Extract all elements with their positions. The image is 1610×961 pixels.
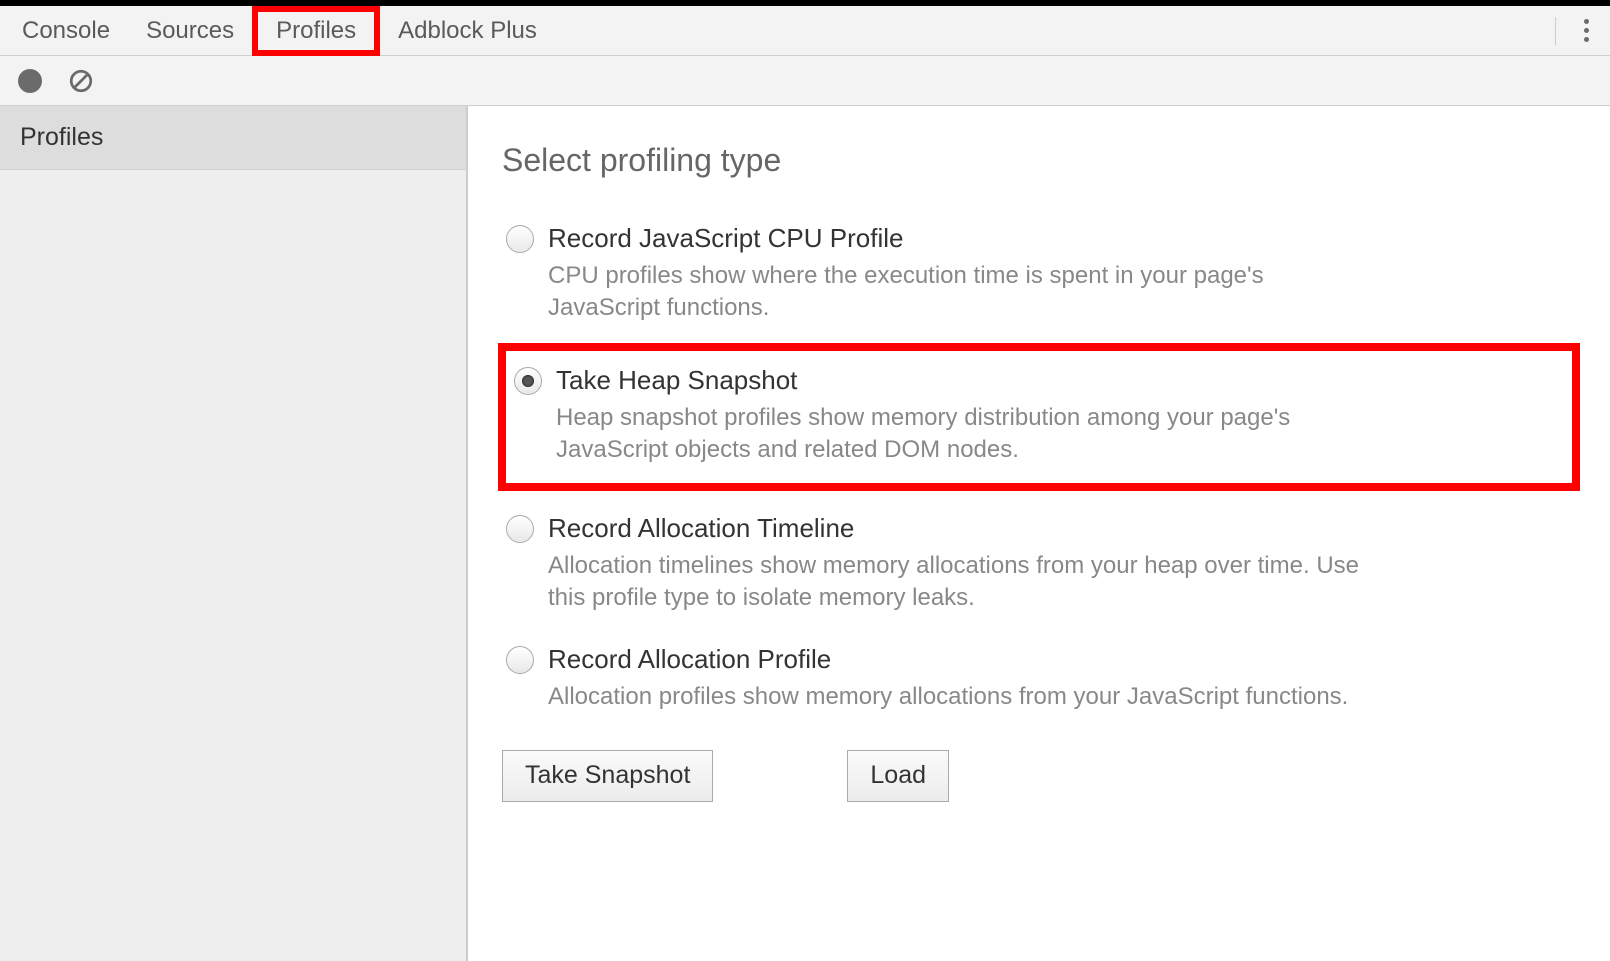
option-title: Record JavaScript CPU Profile	[548, 223, 1572, 254]
more-options-icon[interactable]	[1566, 11, 1606, 51]
option-allocation-timeline[interactable]: Record Allocation Timeline Allocation ti…	[502, 505, 1576, 637]
option-description: Heap snapshot profiles show memory distr…	[556, 402, 1376, 467]
radio-icon[interactable]	[506, 225, 534, 253]
option-description: Allocation timelines show memory allocat…	[548, 550, 1368, 615]
highlight-heap-snapshot: Take Heap Snapshot Heap snapshot profile…	[498, 343, 1580, 491]
devtools-tab-bar: Console Sources Profiles Adblock Plus	[0, 6, 1610, 56]
take-snapshot-button[interactable]: Take Snapshot	[502, 750, 713, 802]
option-allocation-profile[interactable]: Record Allocation Profile Allocation pro…	[502, 636, 1576, 735]
load-button[interactable]: Load	[847, 750, 949, 802]
tab-bar-right	[1545, 11, 1606, 51]
sidebar: Profiles	[0, 106, 468, 961]
option-description: Allocation profiles show memory allocati…	[548, 681, 1368, 713]
action-button-row: Take Snapshot Load	[502, 750, 1576, 802]
radio-icon[interactable]	[514, 367, 542, 395]
option-title: Record Allocation Profile	[548, 644, 1572, 675]
option-cpu-profile[interactable]: Record JavaScript CPU Profile CPU profil…	[502, 215, 1576, 347]
tab-profiles[interactable]: Profiles	[252, 6, 380, 56]
option-text: Take Heap Snapshot Heap snapshot profile…	[556, 365, 1564, 467]
option-title: Take Heap Snapshot	[556, 365, 1564, 396]
tab-adblock-plus[interactable]: Adblock Plus	[380, 6, 555, 56]
option-description: CPU profiles show where the execution ti…	[548, 260, 1368, 325]
radio-icon[interactable]	[506, 515, 534, 543]
content-area: Profiles Select profiling type Record Ja…	[0, 106, 1610, 961]
tab-divider	[1555, 17, 1556, 45]
option-text: Record JavaScript CPU Profile CPU profil…	[548, 223, 1572, 325]
tab-console[interactable]: Console	[4, 6, 128, 56]
sidebar-header-profiles[interactable]: Profiles	[0, 106, 466, 170]
clear-icon[interactable]	[68, 68, 94, 94]
option-text: Record Allocation Timeline Allocation ti…	[548, 513, 1572, 615]
profiling-type-heading: Select profiling type	[502, 142, 1576, 179]
option-text: Record Allocation Profile Allocation pro…	[548, 644, 1572, 713]
option-heap-snapshot[interactable]: Take Heap Snapshot Heap snapshot profile…	[510, 357, 1568, 475]
tab-sources[interactable]: Sources	[128, 6, 252, 56]
record-icon[interactable]	[18, 69, 42, 93]
radio-icon[interactable]	[506, 646, 534, 674]
profiles-toolbar	[0, 56, 1610, 106]
option-title: Record Allocation Timeline	[548, 513, 1572, 544]
main-panel: Select profiling type Record JavaScript …	[468, 106, 1610, 961]
